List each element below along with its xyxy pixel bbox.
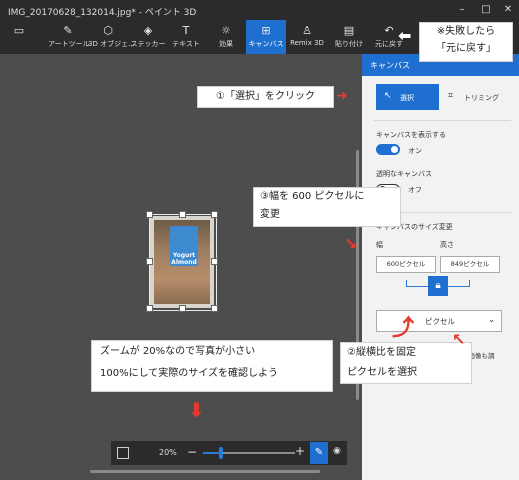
tool-paste-label: 貼り付け	[335, 40, 363, 48]
trim-button[interactable]: ⌗ トリミング	[440, 84, 510, 110]
chevron-down-icon: ⌄	[488, 315, 495, 324]
tool-remix3d[interactable]: ♙ Remix 3D	[288, 20, 326, 54]
tool-text[interactable]: T テキスト	[168, 20, 204, 54]
pen-icon: ✎	[314, 447, 324, 458]
resize-handle[interactable]	[146, 258, 153, 265]
lock-link-line	[469, 280, 470, 286]
aspect-lock-button[interactable]: 🔒︎	[428, 276, 448, 296]
zoom-slider-thumb[interactable]	[219, 447, 224, 459]
sticker-icon: ◈	[143, 24, 153, 37]
cursor-icon: ↖	[384, 91, 392, 101]
minimize-icon[interactable]: –	[454, 2, 470, 18]
select-label: 選択	[400, 94, 414, 102]
lock-link-line	[448, 286, 470, 287]
zoom-in-button[interactable]: +	[295, 444, 305, 458]
resize-handle[interactable]	[211, 305, 218, 312]
brush-icon: ✎	[63, 24, 73, 37]
step3-line1: ③幅を 600 ピクセルに	[260, 191, 365, 202]
selection-frame	[149, 214, 217, 311]
canvas-icon: ⊞	[261, 24, 271, 37]
arrow-up-left-icon: ↖	[452, 330, 466, 349]
maximize-icon[interactable]: □	[478, 2, 494, 18]
lock-icon: 🔒︎	[435, 280, 441, 291]
eye-icon[interactable]: ◉	[333, 446, 341, 456]
pen-button[interactable]: ✎	[310, 442, 328, 464]
tool-art-label: アートツール	[48, 40, 90, 48]
tool-remix-label: Remix 3D	[290, 39, 324, 47]
height-label: 高さ	[440, 241, 454, 249]
tool-canvas[interactable]: ⊞ キャンバス	[246, 20, 286, 54]
zoom-bar: 20% − + ✎ ◉	[111, 441, 347, 465]
step3-line2: 変更	[260, 209, 280, 220]
resize-handle[interactable]	[179, 305, 186, 312]
fit-to-screen-icon[interactable]	[117, 447, 129, 459]
zoom-note-line2: 100%にして実際のサイズを確認しよう	[100, 368, 278, 379]
transparent-canvas-label: 透明なキャンバス	[376, 170, 432, 178]
width-label: 幅	[376, 241, 383, 249]
select-button[interactable]: ↖ 選択	[376, 84, 439, 110]
width-field[interactable]: 600ピクセル	[376, 256, 436, 273]
show-canvas-label: キャンバスを表示する	[376, 131, 446, 139]
undo-note: ※失敗したら 「元に戻す」	[419, 22, 513, 62]
height-field[interactable]: 849ピクセル	[440, 256, 500, 273]
arrow-down-right-icon: ↘	[344, 234, 358, 253]
window-title: IMG_20170628_132014.jpg* - ペイント 3D	[8, 8, 197, 18]
text-icon: T	[182, 24, 190, 37]
lock-link-line	[406, 286, 428, 287]
folder-icon: ▭	[13, 24, 25, 37]
tool-effects[interactable]: ☼ 効果	[208, 20, 244, 54]
arrow-right-icon: ➜	[336, 88, 348, 104]
tool-paste[interactable]: ▤ 貼り付け	[332, 20, 366, 54]
show-canvas-state: オン	[408, 147, 422, 155]
arrow-up-icon: ⤴	[392, 316, 415, 341]
resize-handle[interactable]	[211, 258, 218, 265]
tool-canvas-label: キャンバス	[248, 40, 284, 48]
zoom-value: 20%	[159, 448, 177, 457]
step1-note: ①「選択」をクリック	[197, 86, 334, 108]
step2-line2: ピクセルを選択	[347, 367, 417, 378]
zoom-note-line1: ズームが 20%なので写真が小さい	[100, 346, 256, 357]
transparent-canvas-state: オフ	[408, 186, 422, 194]
arrow-left-icon: ⬅	[398, 26, 412, 45]
panel-title: キャンバス	[370, 61, 410, 70]
tool-effects-label: 効果	[219, 40, 233, 48]
resize-handle[interactable]	[211, 211, 218, 218]
resize-handle[interactable]	[146, 211, 153, 218]
remix-icon: ♙	[302, 24, 312, 37]
canvas-panel: キャンバス ↖ 選択 ⌗ トリミング キャンバスを表示する オン 透明なキャンバ…	[362, 54, 519, 480]
zoom-note: ズームが 20%なので写真が小さい 100%にして実際のサイズを確認しよう	[91, 340, 333, 392]
tool-art[interactable]: ✎ アートツール	[48, 20, 90, 54]
undo-note-line1: ※失敗したら	[436, 26, 496, 37]
arrow-down-icon: ⬇	[188, 398, 205, 422]
tool-3d-label: 3D オブジェ...	[88, 40, 135, 48]
resize-handle[interactable]	[146, 305, 153, 312]
close-icon[interactable]: ✕	[500, 2, 516, 18]
effects-icon: ☼	[221, 24, 231, 37]
crop-icon: ⌗	[448, 91, 454, 101]
divider	[374, 120, 511, 121]
horizontal-scrollbar[interactable]	[90, 470, 320, 473]
menu-button[interactable]: ▭	[4, 20, 34, 54]
step3-note: ③幅を 600 ピクセルに 変更	[253, 187, 401, 227]
tool-3d-objects[interactable]: ⬡ 3D オブジェ...	[88, 20, 135, 54]
tool-stickers-label: ステッカー	[130, 40, 166, 48]
show-canvas-toggle[interactable]	[376, 144, 400, 155]
tool-text-label: テキスト	[172, 40, 200, 48]
undo-note-line2: 「元に戻す」	[436, 43, 496, 54]
tool-stickers[interactable]: ◈ ステッカー	[130, 20, 166, 54]
title-bar: IMG_20170628_132014.jpg* - ペイント 3D – □ ✕	[0, 0, 519, 20]
resize-handle[interactable]	[179, 211, 186, 218]
cube-icon: ⬡	[103, 24, 113, 37]
trim-label: トリミング	[464, 94, 499, 102]
unit-selected: ピクセル	[425, 317, 455, 326]
zoom-out-button[interactable]: −	[187, 445, 197, 459]
paste-icon: ▤	[343, 24, 355, 37]
